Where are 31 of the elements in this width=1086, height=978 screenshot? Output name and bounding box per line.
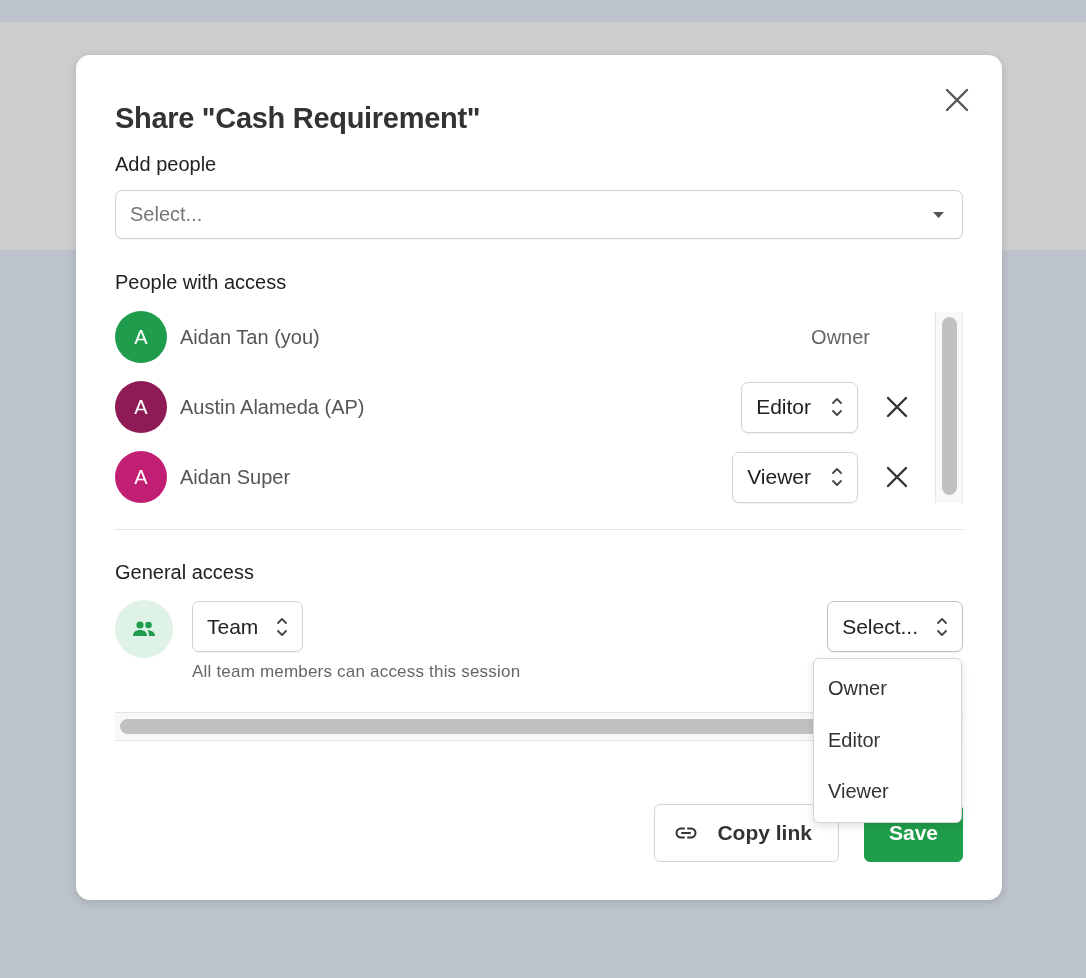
menu-option[interactable]: Owner <box>814 663 961 715</box>
section-label: People with access <box>115 270 288 294</box>
person-name: Aidan Super <box>180 465 292 489</box>
link-icon <box>675 827 698 839</box>
role-label: Owner <box>811 325 870 349</box>
section-label: Add people <box>115 152 218 176</box>
remove-icon[interactable] <box>886 466 908 488</box>
vertical-scrollbar[interactable] <box>935 312 963 503</box>
role-select[interactable]: Editor <box>741 381 858 433</box>
avatar: A <box>115 311 167 363</box>
chevron-up-down-icon <box>276 615 289 638</box>
add-people-select[interactable]: Select... <box>115 190 963 239</box>
remove-icon[interactable] <box>886 396 908 418</box>
avatar: A <box>115 381 167 433</box>
person-name: Austin Alameda (AP) <box>180 395 366 419</box>
section-label: General access <box>115 560 255 584</box>
menu-option[interactable]: Editor <box>814 714 961 766</box>
close-icon[interactable] <box>945 88 969 112</box>
chevron-up-down-icon <box>936 615 948 638</box>
people-icon <box>132 621 156 637</box>
dropdown-caret-icon <box>933 212 944 218</box>
role-select[interactable]: Select... <box>827 601 963 652</box>
person-name: Aidan Tan (you) <box>180 325 321 349</box>
avatar: A <box>115 451 167 503</box>
role-select[interactable]: Viewer <box>732 451 858 503</box>
copy-link-button[interactable]: Copy link <box>654 804 839 862</box>
access-description: All team members can access this session <box>192 662 522 682</box>
chevron-up-down-icon <box>831 466 843 488</box>
chevron-up-down-icon <box>831 396 843 418</box>
dialog-title: Share "Cash Requirement" <box>115 101 482 136</box>
scope-select[interactable]: Team <box>192 601 304 652</box>
